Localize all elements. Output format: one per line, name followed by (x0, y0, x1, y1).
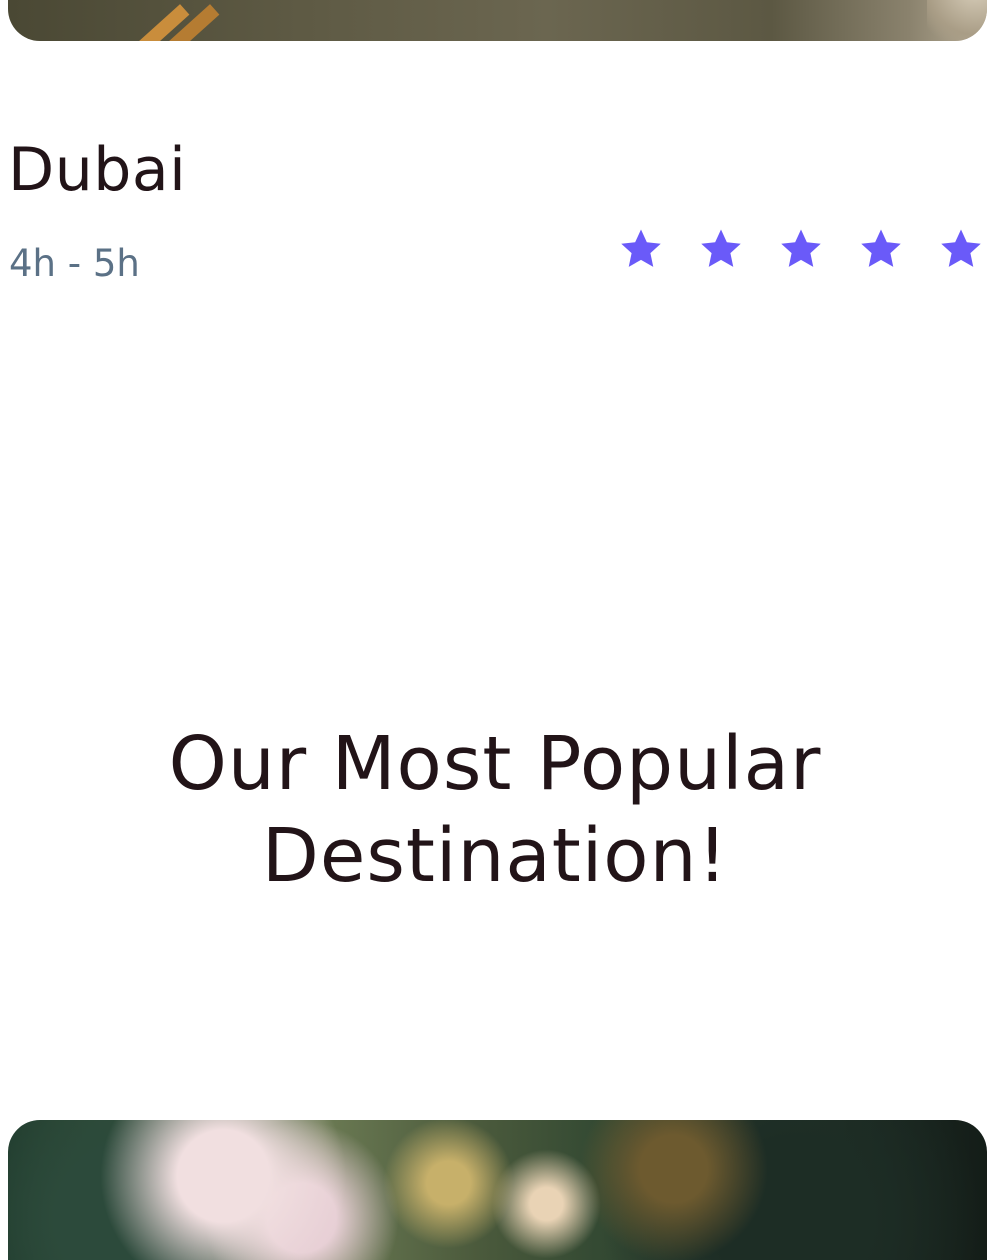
section-title-line: Destination! (261, 813, 729, 899)
destination-image-top (8, 0, 987, 41)
star-icon (941, 229, 981, 267)
section-title-line: Our Most Popular (168, 721, 822, 807)
rating-stars (618, 226, 984, 272)
destination-name: Dubai (8, 135, 187, 205)
star-icon (861, 229, 901, 267)
star-icon (781, 229, 821, 267)
star-icon (621, 229, 661, 267)
star-icon (701, 229, 741, 267)
destination-duration: 4h - 5h (9, 242, 140, 285)
image-detail (927, 0, 987, 41)
destination-image-bottom[interactable] (8, 1120, 987, 1260)
section-title: Our Most Popular Destination! (0, 718, 990, 902)
